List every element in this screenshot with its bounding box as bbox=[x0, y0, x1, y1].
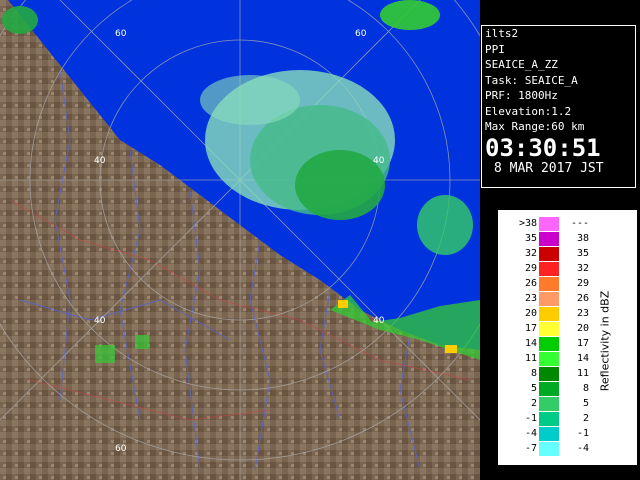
legend-lower-bound: 5 bbox=[530, 383, 537, 394]
legend-row: -4 -1 bbox=[499, 427, 636, 442]
legend-lower-bound: 23 bbox=[524, 293, 537, 304]
legend-color-swatch bbox=[539, 277, 559, 291]
legend-color-swatch bbox=[539, 322, 559, 336]
legend-row: 29 32 bbox=[499, 262, 636, 277]
legend-lower-bound: 2 bbox=[530, 398, 537, 409]
legend-color-swatch bbox=[539, 247, 559, 261]
info-box: ilts2 PPI SEAICE_A_ZZ Task: SEAICE_A PRF… bbox=[481, 25, 636, 188]
legend-upper-bound: 32 bbox=[576, 263, 589, 274]
legend-row: 25 bbox=[499, 397, 636, 412]
range-label: 40 bbox=[94, 156, 106, 166]
task-name: Task: SEAICE_A bbox=[485, 73, 578, 87]
legend-upper-bound: 11 bbox=[576, 368, 589, 379]
legend-lower-bound: 8 bbox=[530, 368, 537, 379]
range-label: 40 bbox=[373, 156, 385, 166]
legend-color-swatch bbox=[539, 412, 559, 426]
legend-color-swatch bbox=[539, 307, 559, 321]
legend-upper-bound: 8 bbox=[582, 383, 589, 394]
scan-date: 8 MAR 2017 JST bbox=[494, 160, 604, 176]
legend-row: 14 17 bbox=[499, 337, 636, 352]
legend-upper-bound: 20 bbox=[576, 323, 589, 334]
range-label: 40 bbox=[373, 316, 385, 326]
legend-row: -7 -4 bbox=[499, 442, 636, 457]
legend-upper-bound: -1 bbox=[576, 428, 589, 439]
legend-color-swatch bbox=[539, 427, 559, 441]
reflectivity-legend: >38 --- 35 38 32 35 29 32 26 29 23 26 20 23 17 20 14 17 11… bbox=[498, 210, 637, 465]
legend-upper-bound: 2 bbox=[582, 413, 589, 424]
range-label: 60 bbox=[115, 29, 127, 39]
legend-color-swatch bbox=[539, 442, 559, 456]
legend-row: 11 14 bbox=[499, 352, 636, 367]
legend-title-text: Reflectivity in dBZ bbox=[598, 290, 612, 392]
legend-color-swatch bbox=[539, 217, 559, 231]
legend-lower-bound: -4 bbox=[524, 428, 537, 439]
legend-color-swatch bbox=[539, 337, 559, 351]
legend-row: 23 26 bbox=[499, 292, 636, 307]
legend-lower-bound: 11 bbox=[524, 353, 537, 364]
legend-upper-bound: 35 bbox=[576, 248, 589, 259]
legend-row: 35 38 bbox=[499, 232, 636, 247]
range-label: 40 bbox=[94, 316, 106, 326]
legend-color-swatch bbox=[539, 382, 559, 396]
legend-upper-bound: 23 bbox=[576, 308, 589, 319]
legend-color-swatch bbox=[539, 292, 559, 306]
legend-upper-bound: 5 bbox=[582, 398, 589, 409]
legend-lower-bound: 17 bbox=[524, 323, 537, 334]
legend-row: -1 2 bbox=[499, 412, 636, 427]
legend-row: 17 20 bbox=[499, 322, 636, 337]
legend-lower-bound: -1 bbox=[524, 413, 537, 424]
radar-ppi-map[interactable]: 60 40 40 40 40 60 60 bbox=[0, 0, 480, 480]
legend-color-swatch bbox=[539, 262, 559, 276]
legend-row: 32 35 bbox=[499, 247, 636, 262]
range-label: 60 bbox=[355, 29, 367, 39]
legend-color-swatch bbox=[539, 352, 559, 366]
legend-color-swatch bbox=[539, 367, 559, 381]
legend-lower-bound: 32 bbox=[524, 248, 537, 259]
legend-lower-bound: 20 bbox=[524, 308, 537, 319]
legend-lower-bound: -7 bbox=[524, 443, 537, 454]
legend-color-swatch bbox=[539, 232, 559, 246]
legend-lower-bound: 14 bbox=[524, 338, 537, 349]
legend-upper-bound: 17 bbox=[576, 338, 589, 349]
scan-type: PPI bbox=[485, 42, 505, 56]
prf-value: PRF: 1800Hz bbox=[485, 89, 558, 102]
legend-upper-bound: -4 bbox=[576, 443, 589, 454]
legend-lower-bound: 29 bbox=[524, 263, 537, 274]
legend-row: 58 bbox=[499, 382, 636, 397]
max-range-value: Max Range:60 km bbox=[485, 120, 585, 133]
legend-color-swatch bbox=[539, 397, 559, 411]
legend-upper-bound: 14 bbox=[576, 353, 589, 364]
legend-row: 8 11 bbox=[499, 367, 636, 382]
scan-time: 03:30:51 bbox=[485, 133, 601, 162]
legend-upper-bound: 29 bbox=[576, 278, 589, 289]
legend-lower-bound: >38 bbox=[518, 218, 537, 229]
legend-row: 20 23 bbox=[499, 307, 636, 322]
legend-upper-bound: 38 bbox=[576, 233, 589, 244]
legend-lower-bound: 35 bbox=[524, 233, 537, 244]
legend-lower-bound: 26 bbox=[524, 278, 537, 289]
radar-site: ilts2 bbox=[485, 27, 519, 40]
legend-row: 26 29 bbox=[499, 277, 636, 292]
legend-row: >38 --- bbox=[499, 217, 636, 232]
elevation-value: Elevation:1.2 bbox=[485, 104, 572, 118]
range-label: 60 bbox=[115, 444, 127, 454]
legend-upper-bound: --- bbox=[570, 218, 589, 229]
product-name: SEAICE_A_ZZ bbox=[485, 58, 558, 71]
legend-upper-bound: 26 bbox=[576, 293, 589, 304]
legend-title: Reflectivity in dBZ bbox=[595, 251, 615, 431]
